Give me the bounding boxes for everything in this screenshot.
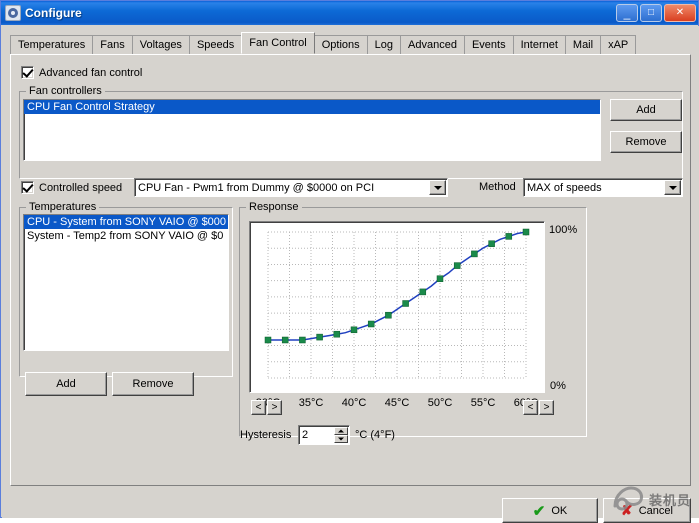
temperature-add-button[interactable]: Add (25, 372, 107, 396)
advanced-fan-control-checkbox[interactable]: Advanced fan control (21, 66, 142, 79)
response-top-label: 100% (549, 224, 577, 236)
response-curve-svg[interactable] (250, 222, 544, 392)
tab-fans[interactable]: Fans (92, 35, 132, 54)
controlled-speed-checkbox[interactable]: Controlled speed (21, 181, 122, 194)
method-label: Method (479, 181, 516, 193)
tab-strip: Temperatures Fans Voltages Speeds Fan Co… (10, 32, 691, 55)
stepper-up-icon[interactable] (334, 427, 348, 435)
advanced-fan-control-label: Advanced fan control (39, 67, 142, 79)
tab-advanced[interactable]: Advanced (400, 35, 465, 54)
hysteresis-stepper[interactable]: 2 (298, 425, 350, 445)
maximize-button[interactable]: □ (640, 4, 662, 22)
tab-voltages[interactable]: Voltages (132, 35, 190, 54)
hysteresis-label: Hysteresis (240, 429, 291, 441)
scroll-left-button-right[interactable]: < (523, 400, 538, 415)
tab-options[interactable]: Options (314, 35, 368, 54)
minimize-icon: _ (617, 7, 637, 19)
client-area: Temperatures Fans Voltages Speeds Fan Co… (2, 26, 699, 518)
chart-x-tick: 55°C (467, 397, 499, 409)
close-icon: ✕ (665, 8, 695, 18)
checkbox-indicator (21, 66, 34, 79)
list-item[interactable]: System - Temp2 from SONY VAIO @ $0 (24, 229, 228, 243)
chart-x-tick: 40°C (338, 397, 370, 409)
scroll-left-button[interactable]: < (251, 400, 266, 415)
temperatures-list[interactable]: CPU - System from SONY VAIO @ $000 Syste… (23, 214, 229, 351)
title-bar: Configure _ □ ✕ (1, 1, 698, 25)
check-icon: ✔ (533, 502, 546, 520)
tab-temperatures[interactable]: Temperatures (10, 35, 93, 54)
scroll-right-button-right[interactable]: > (539, 400, 554, 415)
checkbox-indicator (21, 181, 34, 194)
chart-x-tick: 35°C (295, 397, 327, 409)
minimize-button[interactable]: _ (616, 4, 638, 22)
hysteresis-value: 2 (302, 429, 308, 441)
ok-button-label: OK (551, 505, 567, 517)
controlled-speed-combo[interactable]: CPU Fan - Pwm1 from Dummy @ $0000 on PCI (134, 178, 448, 197)
stepper-buttons[interactable] (334, 427, 348, 443)
app-icon (5, 5, 21, 21)
fan-control-panel: Advanced fan control Fan controllers CPU… (10, 54, 691, 486)
stepper-down-icon[interactable] (334, 435, 348, 443)
response-bottom-label: 0% (550, 380, 566, 392)
close-button[interactable]: ✕ (664, 4, 696, 22)
method-value: MAX of speeds (527, 182, 602, 194)
chevron-down-icon[interactable] (664, 180, 681, 195)
tab-fan-control[interactable]: Fan Control (241, 32, 314, 54)
tab-internet[interactable]: Internet (513, 35, 566, 54)
fan-controllers-label: Fan controllers (26, 85, 105, 97)
hysteresis-unit: °C (4°F) (355, 429, 395, 441)
fan-controller-remove-button[interactable]: Remove (610, 131, 682, 153)
method-combo[interactable]: MAX of speeds (523, 178, 683, 197)
window-controls: _ □ ✕ (616, 4, 696, 22)
tab-events[interactable]: Events (464, 35, 514, 54)
tab-log[interactable]: Log (367, 35, 401, 54)
temperatures-label: Temperatures (26, 201, 99, 213)
window-title: Configure (25, 6, 616, 20)
response-curve-chart[interactable] (249, 221, 545, 393)
fan-controller-add-button[interactable]: Add (610, 99, 682, 121)
configure-window: Configure _ □ ✕ Temperatures Fans Voltag… (0, 0, 699, 518)
list-item[interactable]: CPU - System from SONY VAIO @ $000 (24, 215, 228, 229)
maximize-icon: □ (641, 8, 661, 18)
chevron-down-icon[interactable] (429, 180, 446, 195)
cancel-button-label: Cancel (639, 505, 673, 517)
tab-xap[interactable]: xAP (600, 35, 636, 54)
controlled-speed-label: Controlled speed (39, 182, 122, 194)
cross-icon: ✘ (621, 502, 633, 519)
fan-controllers-list[interactable]: CPU Fan Control Strategy (23, 99, 601, 161)
controlled-speed-value: CPU Fan - Pwm1 from Dummy @ $0000 on PCI (138, 182, 374, 194)
response-label: Response (246, 201, 302, 213)
tab-mail[interactable]: Mail (565, 35, 601, 54)
chart-x-tick: 45°C (381, 397, 413, 409)
cancel-button[interactable]: ✘ Cancel (603, 498, 691, 523)
chart-x-tick: 50°C (424, 397, 456, 409)
temperature-remove-button[interactable]: Remove (112, 372, 194, 396)
list-item[interactable]: CPU Fan Control Strategy (24, 100, 600, 114)
ok-button[interactable]: ✔ OK (502, 498, 598, 523)
scroll-right-button[interactable]: > (267, 400, 282, 415)
tab-speeds[interactable]: Speeds (189, 35, 242, 54)
